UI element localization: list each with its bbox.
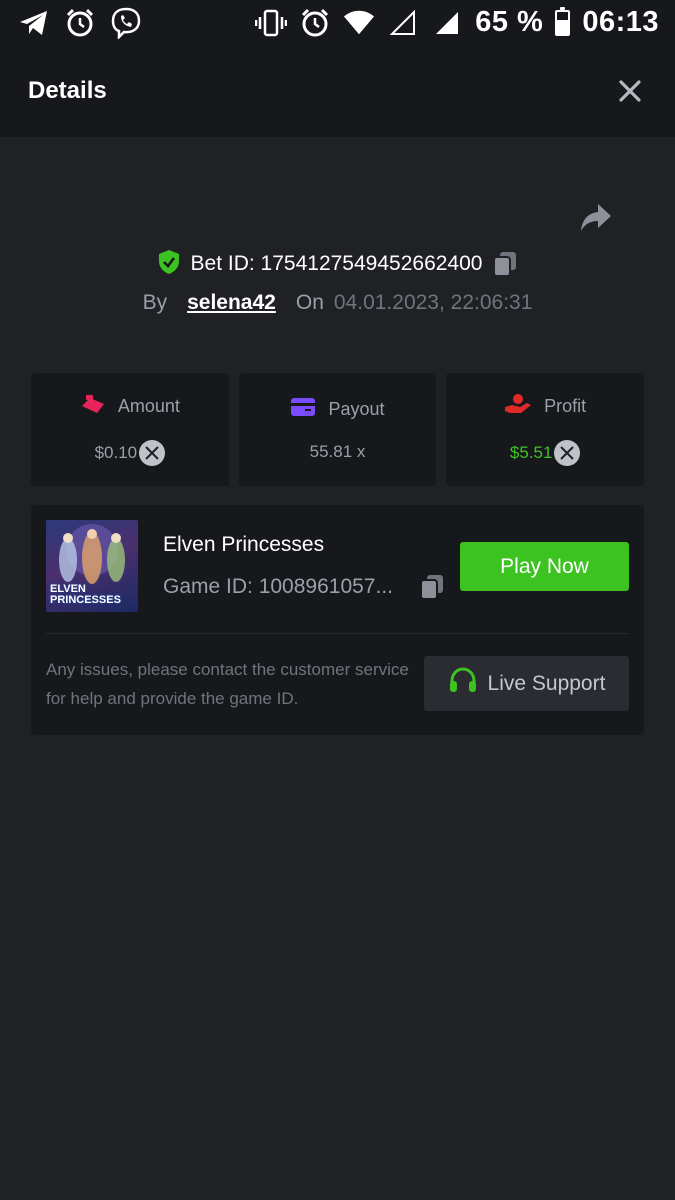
share-button[interactable] — [578, 200, 614, 236]
viber-icon — [110, 7, 142, 39]
telegram-icon — [18, 7, 50, 39]
stat-value: $0.10 — [94, 443, 138, 462]
stat-label: Amount — [117, 396, 180, 416]
game-thumbnail[interactable]: ELVEN PRINCESSES — [46, 520, 138, 612]
page-title: Details — [28, 77, 107, 104]
by-label: By — [142, 291, 168, 314]
signal-icon — [431, 7, 463, 39]
signal-empty-icon — [387, 7, 419, 39]
bet-id-row: Bet ID: 1754127549452662400 — [0, 244, 675, 284]
game-id: Game ID: 1008961057... — [163, 575, 393, 598]
stat-payout: Payout 55.81 x — [238, 373, 437, 486]
copy-game-id-button[interactable] — [419, 573, 445, 601]
hand-coin-icon — [504, 393, 532, 420]
bet-date: 04.01.2023, 22:06:31 — [333, 291, 533, 314]
amount-icon — [80, 393, 106, 420]
verified-shield-icon — [157, 249, 181, 280]
coin-icon — [139, 440, 166, 466]
battery-icon — [555, 6, 571, 36]
wifi-icon — [343, 7, 375, 39]
on-label: On — [295, 291, 324, 314]
battery-percent: 65 % — [475, 6, 544, 38]
help-text: Any issues, please contact the customer … — [46, 660, 409, 708]
alarm-clock-icon — [299, 7, 331, 39]
card-icon — [290, 397, 316, 422]
status-bar-right: 65 % 06:13 — [255, 6, 659, 39]
game-name: Elven Princesses — [163, 533, 325, 556]
share-arrow-icon — [581, 204, 611, 231]
stat-profit: Profit $5.51 — [446, 373, 645, 486]
alarm-clock-icon — [64, 7, 96, 39]
copy-bet-id-button[interactable] — [492, 250, 518, 278]
live-support-button[interactable]: Live Support — [424, 656, 629, 711]
game-id-row: Game ID: 1008961057... — [163, 573, 445, 601]
coin-icon — [554, 440, 581, 466]
game-card: ELVEN PRINCESSES Elven Princesses Game I… — [31, 505, 644, 735]
status-bar-left — [18, 7, 142, 39]
divider — [46, 633, 629, 634]
stat-amount: Amount $0.10 — [31, 373, 229, 486]
play-now-button[interactable]: Play Now — [460, 542, 629, 591]
vibrate-icon — [255, 7, 288, 39]
clock: 06:13 — [582, 6, 659, 38]
username-link[interactable]: selena42 — [187, 291, 276, 315]
close-button[interactable] — [615, 76, 645, 106]
thumb-title-line2: PRINCESSES — [50, 594, 121, 606]
stat-label: Payout — [328, 399, 385, 419]
copy-icon — [420, 575, 443, 600]
stat-value: $5.51 — [509, 443, 553, 462]
bet-stats: Amount $0.10 Payout 55.81 x Profit $5.51 — [31, 373, 645, 486]
close-icon — [619, 80, 641, 102]
copy-icon — [493, 252, 517, 277]
stat-value: 55.81 x — [309, 442, 366, 461]
details-header: Details — [0, 45, 675, 137]
bet-meta-row: By selena42 On 04.01.2023, 22:06:31 — [0, 285, 675, 321]
status-bar: 65 % 06:13 — [0, 0, 675, 45]
stat-label: Profit — [544, 396, 587, 416]
bet-id: Bet ID: 1754127549452662400 — [190, 252, 483, 275]
live-support-label: Live Support — [487, 671, 606, 695]
headset-icon — [448, 667, 478, 700]
